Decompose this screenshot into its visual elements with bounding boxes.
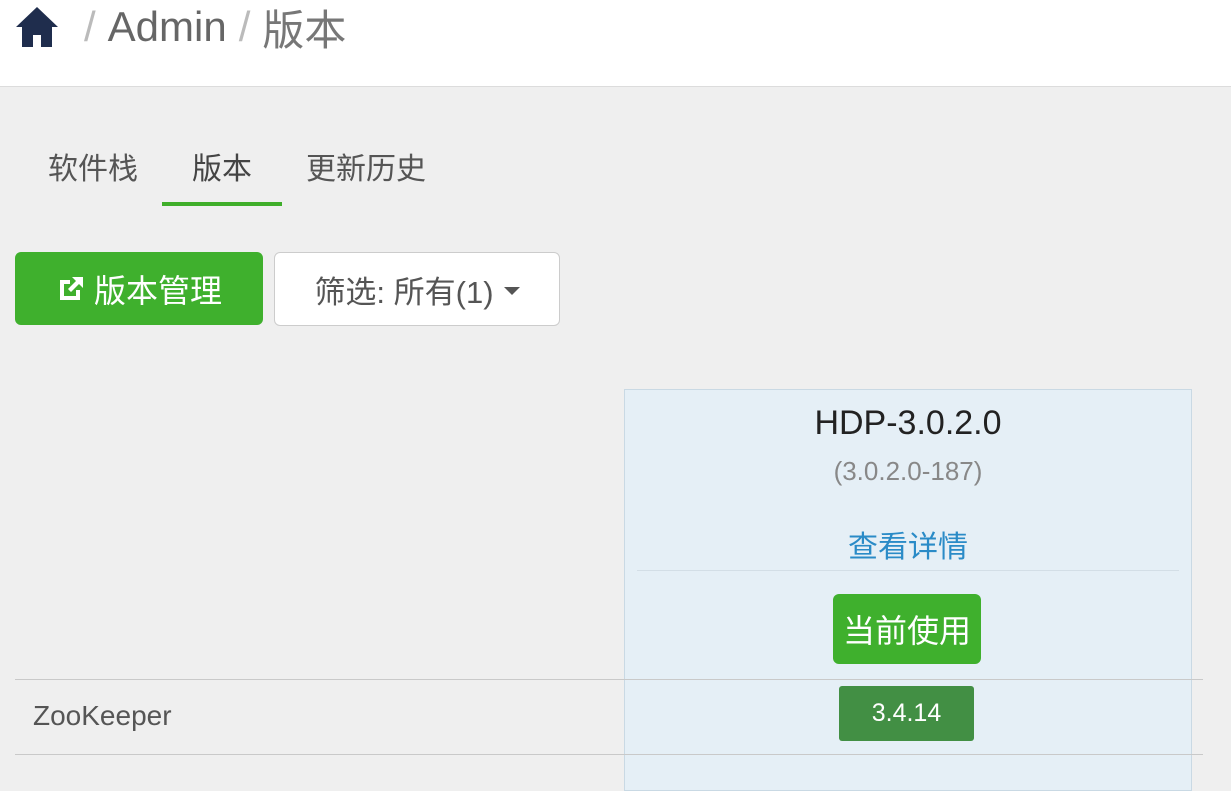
- current-version-button[interactable]: 当前使用: [833, 594, 981, 664]
- tab-upgrade-history[interactable]: 更新历史: [290, 138, 442, 206]
- manage-versions-label: 版本管理: [93, 272, 222, 309]
- service-name: ZooKeeper: [33, 700, 172, 731]
- breadcrumb-separator: /: [84, 3, 96, 50]
- view-details-link[interactable]: 查看详情: [625, 522, 1191, 566]
- version-build: (3.0.2.0-187): [833, 456, 983, 486]
- version-name: HDP-3.0.2.0: [814, 404, 1002, 442]
- tab-versions[interactable]: 版本: [162, 138, 282, 206]
- caret-down-icon: [503, 287, 520, 295]
- breadcrumb-separator: /: [238, 3, 251, 50]
- service-version-badge: 3.4.14: [839, 686, 974, 741]
- divider: [15, 754, 1203, 755]
- divider: [15, 679, 1203, 680]
- external-link-icon: [59, 276, 83, 300]
- divider: [637, 570, 1179, 571]
- tab-stack[interactable]: 软件栈: [30, 138, 154, 206]
- tab-bar: 软件栈 版本 更新历史: [30, 138, 450, 206]
- breadcrumb: / Admin / 版本: [14, 2, 346, 54]
- filter-label: 筛选: 所有(1): [314, 274, 494, 310]
- manage-versions-button[interactable]: 版本管理: [15, 252, 263, 325]
- filter-dropdown[interactable]: 筛选: 所有(1): [274, 252, 560, 326]
- home-icon[interactable]: [14, 5, 60, 49]
- breadcrumb-admin[interactable]: Admin: [108, 3, 227, 51]
- top-header: / Admin / 版本: [0, 0, 1231, 87]
- breadcrumb-current: 版本: [262, 6, 347, 54]
